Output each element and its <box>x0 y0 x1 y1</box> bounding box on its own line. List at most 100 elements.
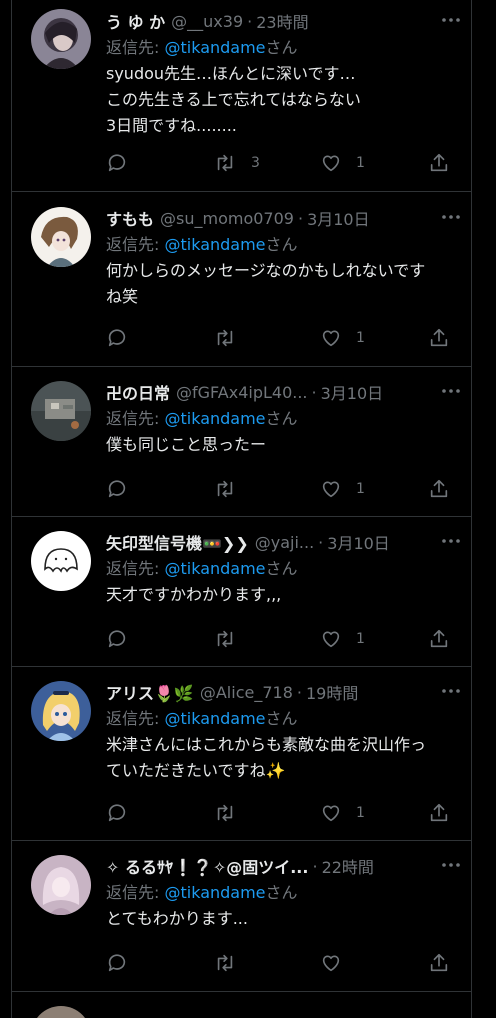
share-button[interactable] <box>428 800 450 826</box>
mention-link[interactable]: @tikandame <box>164 235 265 254</box>
retweet-button[interactable] <box>213 950 251 976</box>
mention-link[interactable]: @tikandame <box>164 559 265 578</box>
retweet-arrows-icon <box>217 480 233 498</box>
replying-to: 返信先: @tikandameさん <box>106 882 458 904</box>
like-button[interactable] <box>320 950 356 976</box>
retweet-button[interactable] <box>213 476 251 502</box>
share-upload-icon <box>430 629 448 648</box>
reply-button[interactable] <box>106 476 128 502</box>
avatar[interactable] <box>31 207 91 267</box>
reply-bubble-icon <box>108 954 126 972</box>
mention-link[interactable]: @tikandame <box>164 709 265 728</box>
timestamp[interactable]: 3月10日 <box>307 206 370 230</box>
reply-prefix: 返信先: <box>106 709 165 728</box>
mention-link[interactable]: @tikandame <box>164 38 265 57</box>
reply-tweet[interactable]: 矢印型信号機🚥❯❯ @yaji... · 3月10日 返信先: @tikanda… <box>11 516 472 667</box>
like-button[interactable]: 1 <box>320 626 365 652</box>
reply-prefix: 返信先: <box>106 559 165 578</box>
avatar[interactable] <box>31 381 91 441</box>
retweet-arrows-icon <box>217 329 233 347</box>
separator-dot: · <box>297 208 304 228</box>
reply-prefix: 返信先: <box>106 409 165 428</box>
user-handle[interactable]: @fGFAx4ipL40... <box>176 383 308 402</box>
avatar[interactable] <box>31 1006 91 1018</box>
reply-bubble-icon <box>108 154 126 172</box>
mention-link[interactable]: @tikandame <box>164 409 265 428</box>
reply-tweet[interactable]: ✧ るるｻﾔ❕❔✧@固ツイ... · 22時間 返信先: @tikandameさ… <box>11 840 472 992</box>
display-name[interactable]: 矢印型信号機🚥❯❯ <box>106 530 249 554</box>
share-button[interactable] <box>428 950 450 976</box>
share-button[interactable] <box>428 150 450 176</box>
replying-to: 返信先: @tikandameさん <box>106 708 458 730</box>
separator-dot: · <box>296 682 302 702</box>
display-name[interactable]: 卍の日常 <box>106 380 170 404</box>
like-button[interactable]: 1 <box>320 150 365 176</box>
user-handle[interactable]: @yaji... <box>255 533 314 552</box>
timestamp[interactable]: 3月10日 <box>321 380 384 404</box>
reply-button[interactable] <box>106 800 128 826</box>
timestamp[interactable]: 22時間 <box>322 854 374 878</box>
user-handle[interactable]: @su_momo0709 <box>160 209 294 228</box>
more-dots-icon[interactable] <box>438 10 464 30</box>
like-button[interactable]: 1 <box>320 325 365 351</box>
like-button[interactable]: 1 <box>320 800 365 826</box>
like-count: 1 <box>356 330 365 346</box>
heart-outline-icon <box>322 481 340 498</box>
avatar[interactable] <box>31 9 91 69</box>
avatar[interactable] <box>31 855 91 915</box>
display-name[interactable]: アリス🌷🌿 <box>106 680 194 704</box>
reply-button[interactable] <box>106 950 128 976</box>
user-handle[interactable]: @__ux39 <box>171 12 243 31</box>
heart-outline-icon <box>322 155 340 172</box>
reply-button[interactable] <box>106 626 128 652</box>
reply-button[interactable] <box>106 150 128 176</box>
reply-timeline[interactable]: う ゆ か @__ux39 · 23時間 返信先: @tikandameさん s… <box>0 0 496 1018</box>
display-name[interactable]: う ゆ か <box>106 9 165 33</box>
timestamp[interactable]: 19時間 <box>306 680 358 704</box>
reply-tweet-partial[interactable] <box>11 991 472 1018</box>
timestamp[interactable]: 3月10日 <box>327 530 390 554</box>
reply-tweet[interactable]: う ゆ か @__ux39 · 23時間 返信先: @tikandameさん s… <box>11 0 472 192</box>
more-dots-icon[interactable] <box>438 681 464 701</box>
retweet-count: 3 <box>251 155 260 171</box>
mention-link[interactable]: @tikandame <box>164 883 265 902</box>
reply-tweet[interactable]: すもも @su_momo0709 · 3月10日 返信先: @tikandame… <box>11 192 472 367</box>
more-dots-icon[interactable] <box>438 207 464 227</box>
like-count: 1 <box>356 155 365 171</box>
replying-to: 返信先: @tikandameさん <box>106 558 458 580</box>
share-button[interactable] <box>428 476 450 502</box>
more-dots-icon[interactable] <box>438 531 464 551</box>
more-dots-icon[interactable] <box>438 381 464 401</box>
avatar[interactable] <box>31 681 91 741</box>
reply-suffix: さん <box>265 235 298 254</box>
retweet-button[interactable]: 3 <box>213 150 260 176</box>
share-upload-icon <box>430 803 448 822</box>
replying-to: 返信先: @tikandameさん <box>106 234 458 256</box>
display-name[interactable]: すもも <box>106 206 154 230</box>
tweet-text: 何かしらのメッセージなのかもしれないです ね笑 <box>106 261 426 306</box>
reply-suffix: さん <box>265 709 298 728</box>
retweet-button[interactable] <box>213 626 251 652</box>
avatar[interactable] <box>31 531 91 591</box>
like-button[interactable]: 1 <box>320 476 365 502</box>
user-handle[interactable]: @Alice_718 <box>200 683 293 702</box>
share-button[interactable] <box>428 325 450 351</box>
like-count: 1 <box>356 481 365 497</box>
display-name[interactable]: ✧ るるｻﾔ❕❔✧@固ツイ... <box>106 854 308 878</box>
reply-suffix: さん <box>265 409 298 428</box>
reply-button[interactable] <box>106 325 128 351</box>
reply-tweet[interactable]: アリス🌷🌿 @Alice_718 · 19時間 返信先: @tikandameさ… <box>11 666 472 841</box>
heart-outline-icon <box>322 330 340 347</box>
more-dots-icon[interactable] <box>438 855 464 875</box>
like-count: 1 <box>356 805 365 821</box>
reply-suffix: さん <box>265 559 298 578</box>
reply-tweet[interactable]: 卍の日常 @fGFAx4ipL40... · 3月10日 返信先: @tikan… <box>11 366 472 517</box>
timestamp[interactable]: 23時間 <box>256 9 308 33</box>
tweet-text: 米津さんにはこれからも素敵な曲を沢山作っ ていただきたいですね✨ <box>106 735 427 780</box>
share-button[interactable] <box>428 626 450 652</box>
retweet-button[interactable] <box>213 325 251 351</box>
share-upload-icon <box>430 953 448 972</box>
like-count: 1 <box>356 631 365 647</box>
retweet-arrows-icon <box>217 954 233 972</box>
retweet-button[interactable] <box>213 800 251 826</box>
